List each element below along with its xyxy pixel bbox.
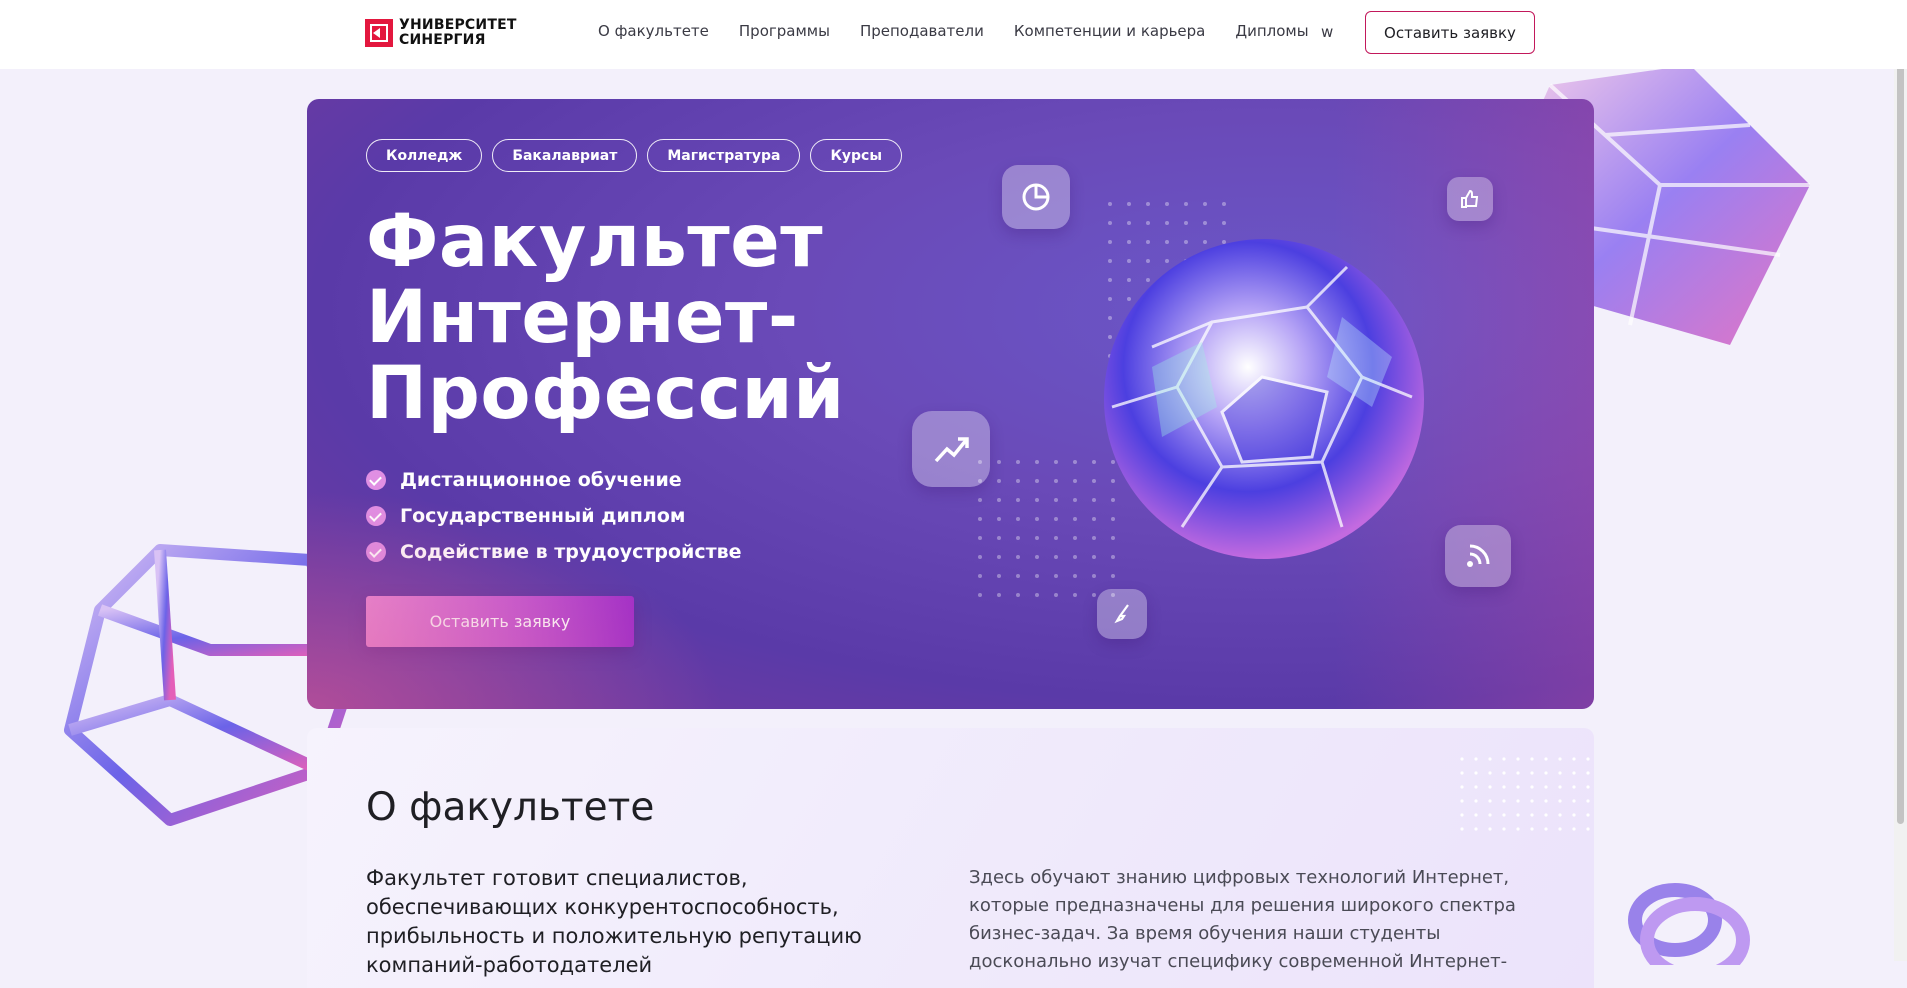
scrollbar-thumb[interactable]: [1897, 4, 1904, 824]
nav-extra-item[interactable]: w: [1321, 23, 1333, 41]
trend-up-icon: [912, 411, 990, 487]
university-logo[interactable]: УНИВЕРСИТЕТ СИНЕРГИЯ: [365, 18, 517, 48]
check-icon: [366, 506, 386, 526]
logo-line-1: УНИВЕРСИТЕТ: [399, 17, 517, 33]
check-icon: [366, 470, 386, 490]
feature-list: Дистанционное обучение Государственный д…: [366, 462, 742, 570]
thumbs-up-icon: [1447, 177, 1493, 221]
about-title: О факультете: [366, 785, 655, 830]
hero-apply-button[interactable]: Оставить заявку: [366, 596, 634, 647]
brush-icon: [1097, 589, 1147, 639]
nav-programs[interactable]: Программы: [739, 22, 830, 40]
glass-spiral-decoration: [1628, 883, 1750, 965]
hero-banner: Колледж Бакалавриат Магистратура Курсы Ф…: [307, 99, 1594, 709]
chip-master[interactable]: Магистратура: [647, 139, 801, 172]
about-lead-text: Факультет готовит специалистов, обеспечи…: [366, 866, 862, 977]
check-icon: [366, 542, 386, 562]
header-apply-button[interactable]: Оставить заявку: [1365, 11, 1535, 54]
page-scrollbar[interactable]: [1894, 0, 1907, 961]
chip-courses[interactable]: Курсы: [810, 139, 902, 172]
about-description: Здесь обучают знанию цифровых технологий…: [969, 867, 1516, 972]
nav-career[interactable]: Компетенции и карьера: [1014, 22, 1206, 40]
pie-chart-icon: [1002, 165, 1070, 229]
site-header: УНИВЕРСИТЕТ СИНЕРГИЯ О факультете Програ…: [0, 0, 1907, 69]
about-section: О факультете Факультет готовит специалис…: [307, 728, 1597, 988]
synergy-logo-icon: [365, 19, 393, 47]
logo-line-2: СИНЕРГИЯ: [399, 32, 486, 48]
nav-diplomas[interactable]: Дипломы: [1235, 22, 1308, 40]
hero-title: Факультет Интернет-Профессий: [366, 199, 845, 436]
crystal-sphere-illustration: [1104, 239, 1424, 559]
chip-bachelor[interactable]: Бакалавриат: [492, 139, 638, 172]
feature-item: Государственный диплом: [366, 498, 742, 534]
feature-item: Дистанционное обучение: [366, 462, 742, 498]
feature-item: Содействие в трудоустройстве: [366, 534, 742, 570]
dot-grid-decoration: [1457, 748, 1597, 838]
main-nav: О факультете Программы Преподаватели Ком…: [598, 22, 1339, 40]
chip-college[interactable]: Колледж: [366, 139, 483, 172]
nav-about[interactable]: О факультете: [598, 22, 709, 40]
wifi-signal-icon: [1445, 525, 1511, 587]
nav-teachers[interactable]: Преподаватели: [860, 22, 984, 40]
education-level-chips: Колледж Бакалавриат Магистратура Курсы: [366, 139, 912, 172]
